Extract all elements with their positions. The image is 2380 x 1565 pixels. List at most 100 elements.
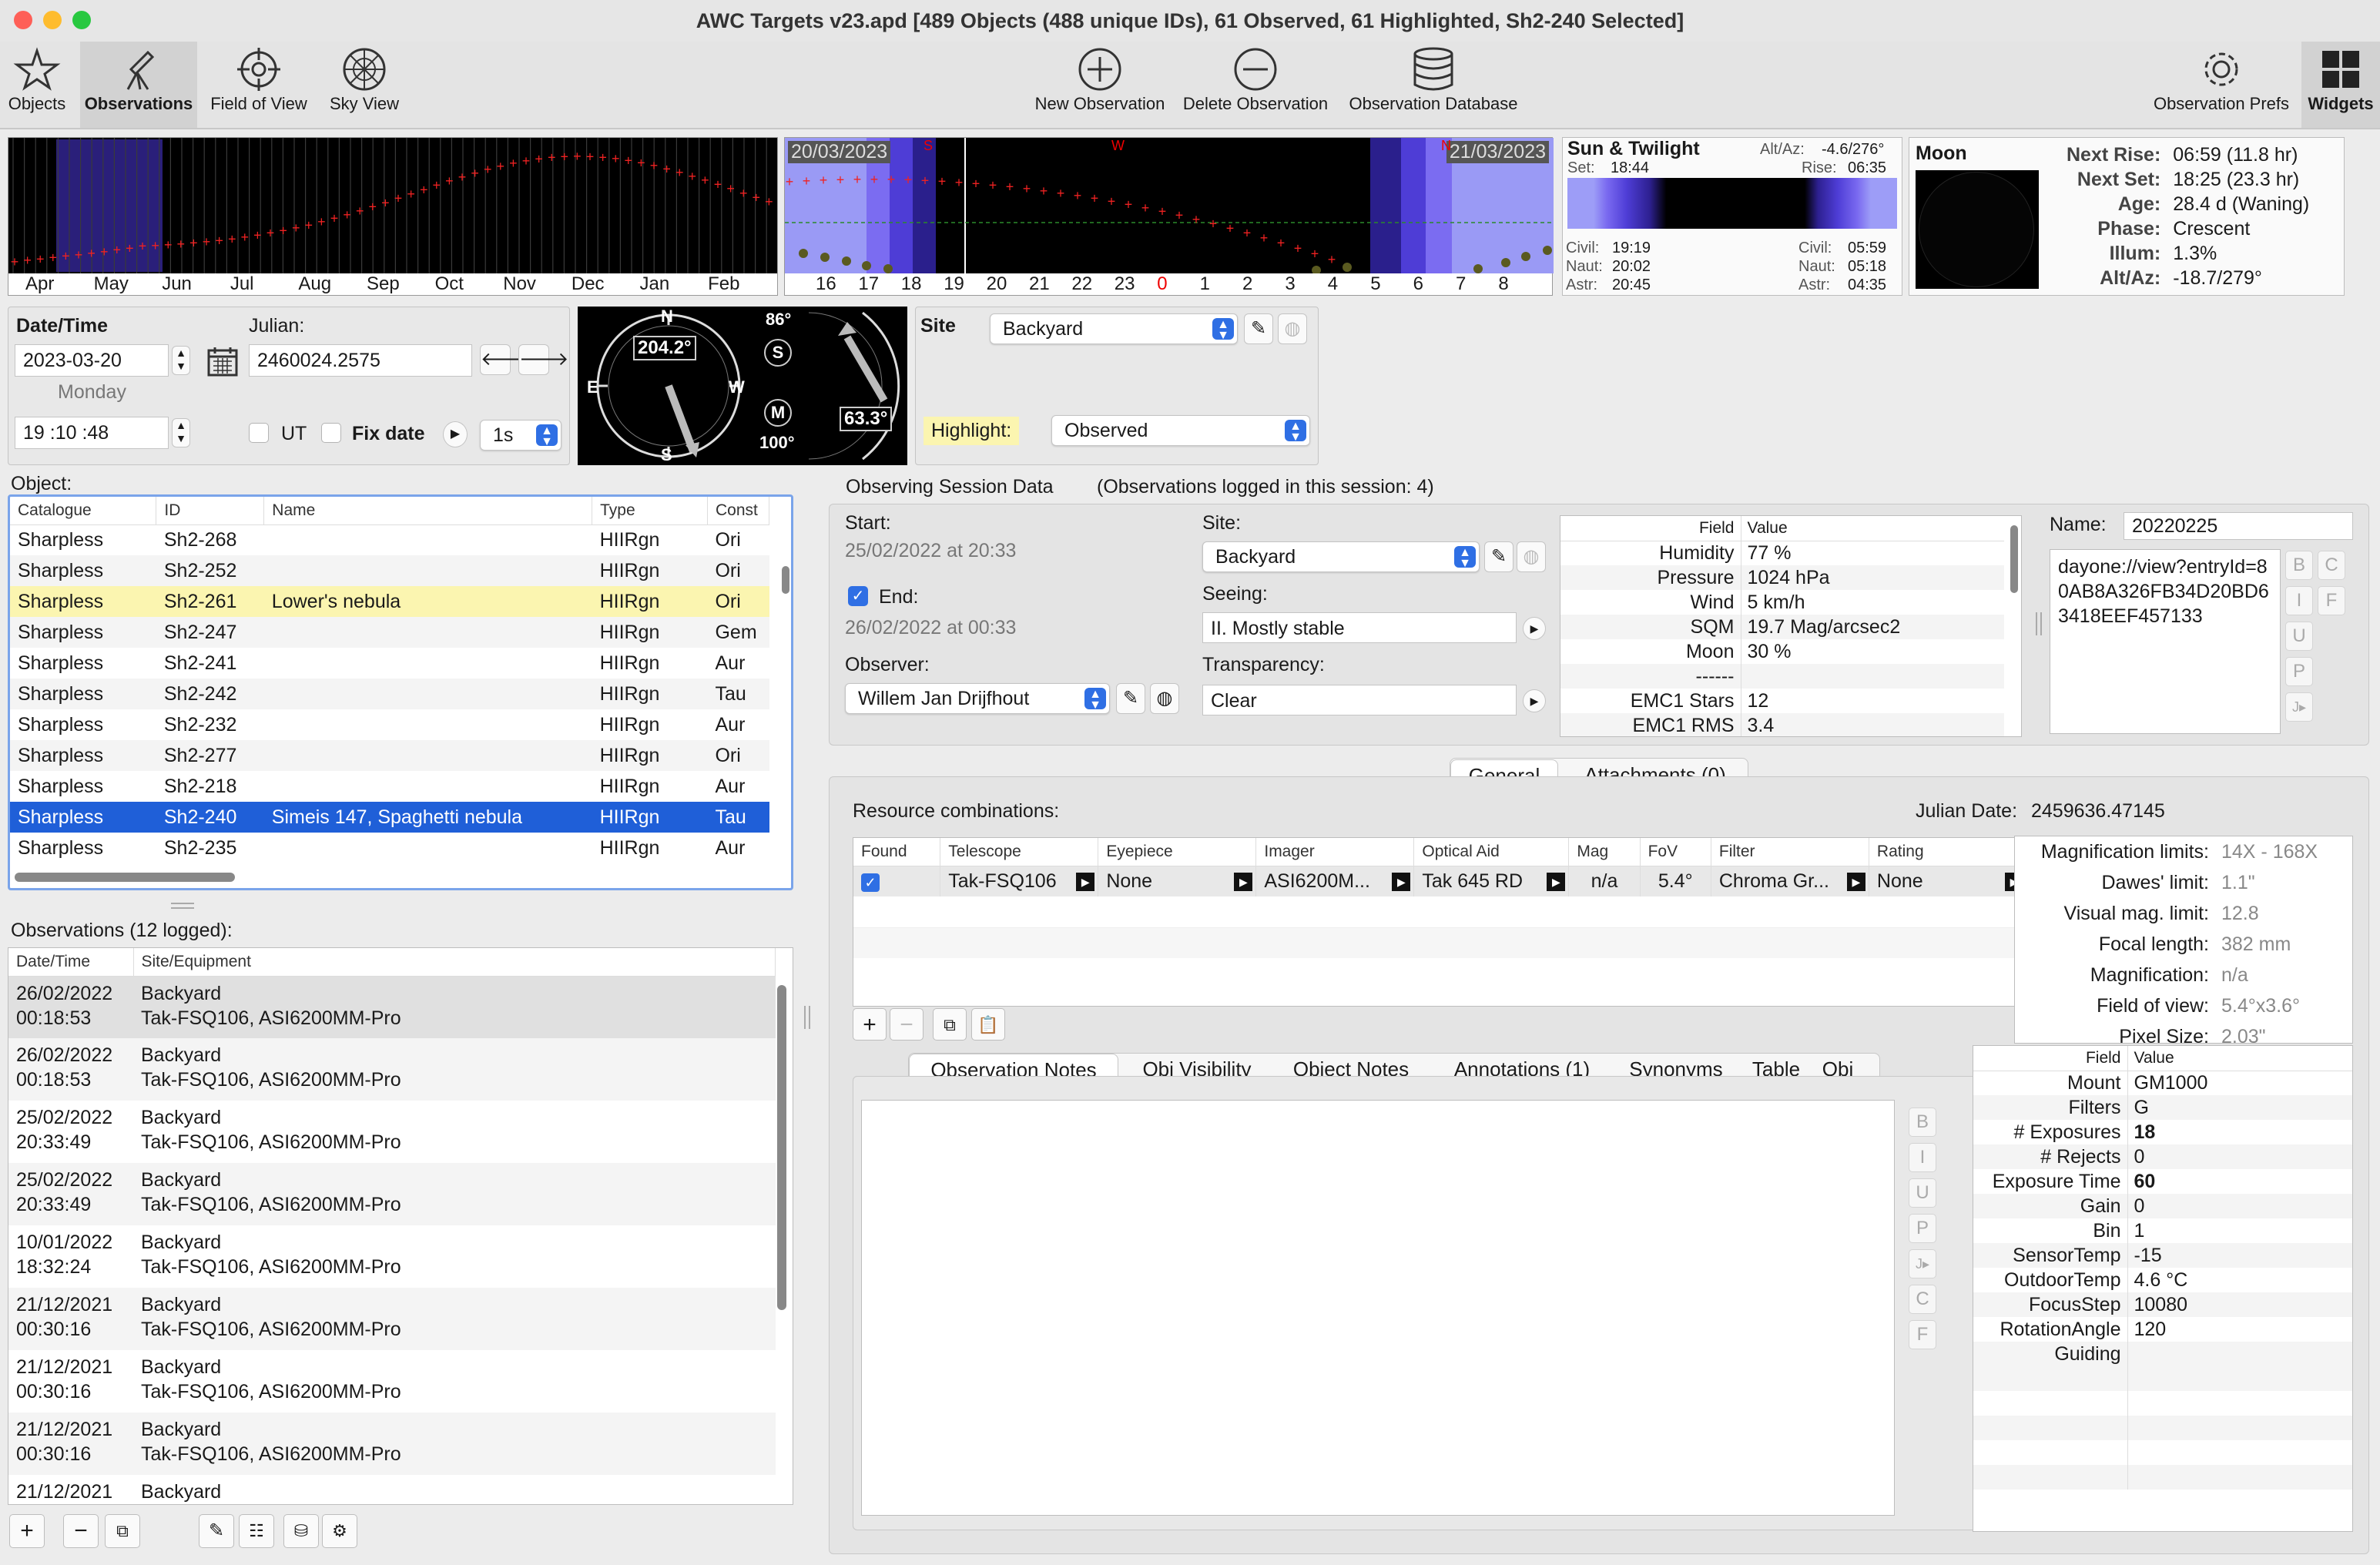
session-site-select[interactable]: Backyard ▲ ▼ xyxy=(1202,541,1480,572)
session-fields-table[interactable]: Field Value Humidity 77 % Pressure 1024 hPa W… xyxy=(1560,515,2022,737)
resource-cell[interactable]: Tak-FSQ106 ▶ xyxy=(940,866,1099,896)
seeing-field[interactable]: II. Mostly stable xyxy=(1202,612,1517,643)
object-hscroll-thumb[interactable] xyxy=(15,873,235,882)
fov-tool-button[interactable]: Field of View xyxy=(202,42,316,128)
fits-row[interactable]: Mount GM1000 xyxy=(1973,1071,2352,1095)
observer-select[interactable]: Willem Jan Drijfhout ▲ ▼ xyxy=(845,683,1110,714)
fits-header-table[interactable]: Field Value Mount GM1000 Filters G # Exposures… xyxy=(1973,1045,2353,1532)
session-field-row[interactable]: EMC1 Stars 12 xyxy=(1560,689,2004,713)
resource-col[interactable]: Optical Aid xyxy=(1413,838,1570,866)
col-id[interactable]: ID xyxy=(156,497,265,525)
new-observation-button[interactable]: New Observation xyxy=(1027,42,1172,128)
observation-row[interactable]: 26/02/2022 00:18:53 Backyard Tak-FSQ106, AS… xyxy=(8,976,776,1038)
resource-col[interactable]: FoV xyxy=(1640,838,1711,866)
fits-row[interactable]: FocusStep 10080 xyxy=(1973,1292,2352,1317)
observer-globe-button[interactable]: ◍ xyxy=(1150,683,1179,714)
play-button[interactable]: ▶ xyxy=(443,421,468,447)
underline-button[interactable]: U xyxy=(2285,622,2313,651)
resource-cell[interactable]: Chroma Gr... ▶ xyxy=(1711,866,1869,896)
col-name[interactable]: Name xyxy=(263,497,593,525)
entry-name-field[interactable]: 20220225 xyxy=(2124,512,2353,540)
observations-vscroll-thumb[interactable] xyxy=(777,985,786,1310)
italic-button[interactable]: I xyxy=(2285,586,2313,615)
fits-row[interactable]: SensorTemp -15 xyxy=(1973,1243,2352,1268)
transparency-menu-button[interactable]: ▶ xyxy=(1523,689,1546,712)
split-handle[interactable] xyxy=(171,903,194,909)
session-field-row[interactable]: ------ xyxy=(1560,664,2004,689)
observations-tool-button[interactable]: Observations xyxy=(80,42,197,128)
color-button[interactable]: C xyxy=(2318,551,2345,580)
object-vscroll-thumb[interactable] xyxy=(782,566,789,594)
step-select[interactable]: 1s ▲ ▼ xyxy=(480,420,561,451)
object-row[interactable]: Sharpless Sh2-241 HIIRgn Aur xyxy=(10,648,769,679)
paste-resource-button[interactable]: 📋 xyxy=(971,1008,1005,1041)
col-const[interactable]: Const xyxy=(707,497,770,525)
resource-menu-icon[interactable]: ▶ xyxy=(1547,872,1566,891)
fields-split-handle[interactable] xyxy=(2036,612,2042,635)
m-toggle[interactable]: M xyxy=(764,399,792,427)
object-row[interactable]: Sharpless Sh2-232 HIIRgn Aur xyxy=(10,709,769,740)
resource-menu-icon[interactable]: ▶ xyxy=(1846,872,1865,891)
session-field-row[interactable]: Moon 30 % xyxy=(1560,639,2004,664)
duplicate-observation-button[interactable]: ⧉ xyxy=(105,1514,140,1548)
minimize-window-button[interactable] xyxy=(43,11,62,29)
font-button[interactable]: F xyxy=(2318,586,2345,615)
annual-visibility-chart[interactable]: + + + + + + + + + + + + + + + + + + + + + + + + + + + + + + + + + + + + + + + +… xyxy=(8,137,778,296)
edit-observation-button[interactable]: ✎ xyxy=(199,1514,234,1548)
col-catalogue[interactable]: Catalogue xyxy=(10,497,157,525)
highlight-select[interactable]: Observed ▲ ▼ xyxy=(1051,415,1310,446)
observation-row[interactable]: 26/02/2022 00:18:53 Backyard Tak-FSQ106, AS… xyxy=(8,1038,776,1101)
date-stepper[interactable]: ▲ ▼ xyxy=(172,346,190,375)
resource-col[interactable]: Found xyxy=(853,838,941,866)
resource-cell[interactable]: ✓ xyxy=(853,866,941,896)
observation-row[interactable]: 10/01/2022 18:32:24 Backyard Tak-FSQ106, AS… xyxy=(8,1225,776,1288)
format-button[interactable]: C xyxy=(1909,1285,1936,1314)
resource-table[interactable]: Found Telescope Eyepiece Imager Optical Aid M… xyxy=(853,837,2028,1007)
resource-cell[interactable]: ASI6200M... ▶ xyxy=(1255,866,1415,896)
equipment-button[interactable]: ☷ xyxy=(239,1514,274,1548)
nightly-altitude-chart[interactable]: + + + + + + + + + + + + + + + + + + + + + + + + + + + + + + + + + 20/03/… xyxy=(784,137,1554,296)
compass-widget[interactable]: N S E W 204.2° 86° S M 100° 63.3° xyxy=(578,307,907,465)
resource-col[interactable]: Imager xyxy=(1255,838,1415,866)
resource-col[interactable]: Rating xyxy=(1869,838,2028,866)
resource-menu-icon[interactable]: ▶ xyxy=(1234,872,1253,891)
fits-row[interactable]: # Rejects 0 xyxy=(1973,1144,2352,1169)
object-row[interactable]: Sharpless Sh2-261 Lower's nebula HIIRgn Ori xyxy=(10,586,769,617)
edit-site-button[interactable]: ✎ xyxy=(1244,313,1273,344)
end-checkbox[interactable]: ✓ xyxy=(848,586,868,606)
object-row[interactable]: Sharpless Sh2-240 Simeis 147, Spaghetti ne… xyxy=(10,802,769,833)
site-globe-button[interactable]: ◍ xyxy=(1278,313,1307,344)
session-field-row[interactable]: Humidity 77 % xyxy=(1560,541,2004,565)
format-button[interactable]: B xyxy=(1909,1108,1936,1137)
fits-row[interactable]: Bin 1 xyxy=(1973,1218,2352,1243)
bold-button[interactable]: B xyxy=(2285,551,2313,580)
add-observation-button[interactable]: + xyxy=(9,1514,45,1548)
observation-row[interactable]: 21/12/2021 Backyard xyxy=(8,1475,776,1504)
object-row[interactable]: Sharpless Sh2-242 HIIRgn Tau xyxy=(10,679,769,709)
resource-menu-icon[interactable]: ▶ xyxy=(1076,872,1095,891)
observation-row[interactable]: 21/12/2021 00:30:16 Backyard Tak-FSQ106, AS… xyxy=(8,1350,776,1413)
fits-row[interactable]: RotationAngle 120 xyxy=(1973,1317,2352,1342)
settings-button[interactable]: ⚙ xyxy=(322,1514,357,1548)
julian-field[interactable]: 2460024.2575 xyxy=(249,344,472,377)
session-field-row[interactable]: Wind 5 km/h xyxy=(1560,590,2004,615)
col-site-equipment[interactable]: Site/Equipment xyxy=(133,948,776,977)
time-field[interactable]: 19 :10 :48 xyxy=(15,417,169,449)
resource-col[interactable]: Mag xyxy=(1568,838,1641,866)
database-small-button[interactable]: ⛁ xyxy=(283,1514,319,1548)
widgets-button[interactable]: Widgets xyxy=(2301,42,2380,128)
observation-prefs-button[interactable]: Observation Prefs xyxy=(2144,42,2298,128)
found-checkbox[interactable]: ✓ xyxy=(861,873,880,892)
format-button[interactable]: I xyxy=(1909,1143,1936,1172)
observation-database-button[interactable]: Observation Database xyxy=(1339,42,1528,128)
justify-button[interactable]: J▸ xyxy=(2285,692,2313,722)
fits-row[interactable]: Filters G xyxy=(1973,1095,2352,1120)
duplicate-resource-button[interactable]: ⧉ xyxy=(933,1008,967,1041)
fits-row[interactable]: Gain 0 xyxy=(1973,1194,2352,1218)
entry-url-text[interactable]: dayone://view?entryId=80AB8A326FB34D20BD… xyxy=(2050,549,2281,734)
vsplit-handle[interactable] xyxy=(804,1006,810,1029)
resource-col[interactable]: Telescope xyxy=(940,838,1099,866)
fits-row[interactable]: Guiding xyxy=(1973,1342,2352,1366)
resource-col[interactable]: Eyepiece xyxy=(1098,838,1257,866)
observation-row[interactable]: 25/02/2022 20:33:49 Backyard Tak-FSQ106, AS… xyxy=(8,1163,776,1225)
